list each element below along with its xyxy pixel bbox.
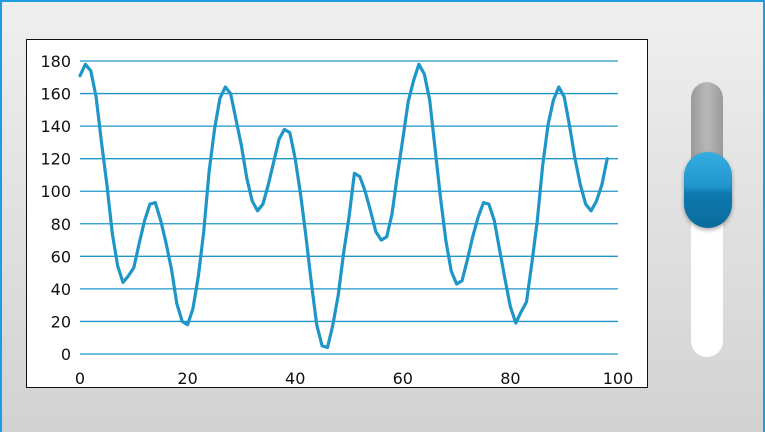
series-layer	[78, 62, 609, 350]
x-tick-label: 80	[500, 369, 520, 388]
y-tick-label: 20	[51, 312, 71, 331]
y-tick-label: 160	[40, 85, 71, 104]
line-chart-panel: 0 20 40 60 80 100 120 140 160 180 0 20 40 60 80 100	[26, 39, 648, 388]
series-line-0	[78, 62, 609, 350]
x-tick-label: 40	[285, 369, 305, 388]
x-tick-label: 100	[603, 369, 634, 388]
y-tick-label: 40	[51, 280, 71, 299]
slider-thumb[interactable]	[684, 151, 732, 228]
y-tick-label: 120	[40, 150, 71, 169]
y-tick-label: 60	[51, 247, 71, 266]
x-tick-label: 0	[75, 369, 85, 388]
y-tick-label: 180	[40, 52, 71, 71]
x-axis-ticks: 0 20 40 60 80 100	[75, 369, 633, 388]
y-axis-ticks: 0 20 40 60 80 100 120 140 160 180	[40, 52, 71, 364]
y-tick-label: 140	[40, 117, 71, 136]
y-tick-label: 80	[51, 215, 71, 234]
x-tick-label: 60	[393, 369, 413, 388]
x-tick-label: 20	[177, 369, 197, 388]
y-tick-label: 100	[40, 182, 71, 201]
line-chart: 0 20 40 60 80 100 120 140 160 180 0 20 40 60 80 100	[40, 52, 633, 388]
y-tick-label: 0	[61, 345, 71, 364]
app-window: 0 20 40 60 80 100 120 140 160 180 0 20 40 60 80 100	[0, 0, 765, 432]
